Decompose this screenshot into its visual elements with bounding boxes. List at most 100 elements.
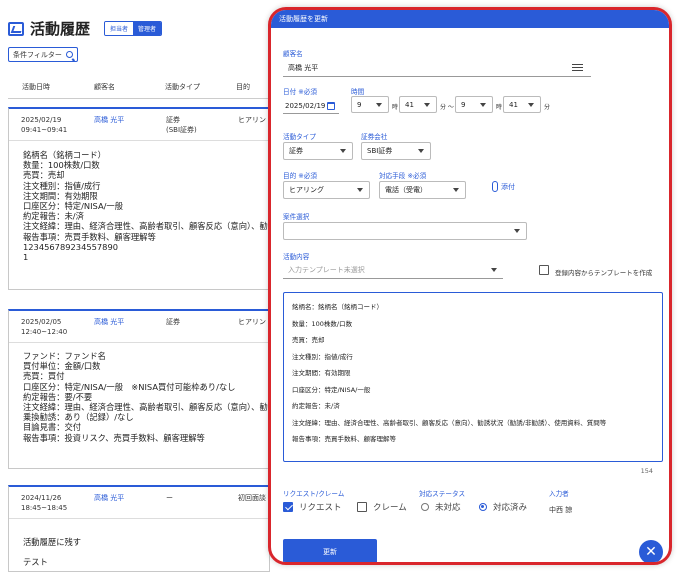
caret-down-icon	[514, 229, 520, 233]
activity-card[interactable]: 2024/11/26 18:45~18:45 高橋 光平 ー 初回面談 活動履歴…	[8, 485, 270, 572]
date-input[interactable]: 2025/02/19	[283, 98, 339, 114]
securities-value: SBI証券	[367, 147, 393, 155]
modal-title: 活動履歴を更新	[271, 10, 669, 28]
filter-button[interactable]: 条件フィルター	[8, 47, 78, 62]
request-checkbox[interactable]	[283, 502, 293, 512]
card-date: 2024/11/26	[21, 494, 62, 502]
card-time: 18:45~18:45	[21, 504, 68, 512]
update-activity-modal: 活動履歴を更新 顧客名 高橋 光平 日付 ※必須 2025/02/19 時間 9…	[268, 7, 672, 565]
status-label: 対応ステータス	[419, 490, 466, 498]
inputter-value: 中西 諒	[549, 506, 573, 514]
customer-value: 高橋 光平	[288, 63, 319, 72]
save-template-label: 登録内容からテンプレートを作成	[555, 269, 653, 277]
close-icon[interactable]: ✕	[639, 540, 663, 562]
card-time: 12:40~12:40	[21, 328, 68, 336]
caret-down-icon	[376, 102, 382, 107]
deal-select[interactable]	[283, 222, 527, 240]
status-pending-label: 未対応	[435, 503, 461, 513]
role-tab-manager[interactable]: 管理者	[133, 22, 162, 35]
col-header-type: 活動タイプ	[165, 83, 200, 91]
card-divider	[9, 518, 269, 519]
inputter-label: 入力者	[549, 490, 569, 498]
claim-label: クレーム	[373, 503, 407, 513]
date-label: 日付 ※必須	[283, 88, 317, 96]
page-header: 活動履歴 担当者 管理者	[8, 18, 163, 39]
col-header-purpose: 目的	[236, 83, 250, 91]
channel-select[interactable]: 電話（受電）	[379, 181, 466, 199]
content-textarea[interactable]: 銘柄名：銘柄名（銘柄コード） 数量：100株数/口数 売買：売却 注文種別：指値…	[283, 292, 663, 462]
sliders-icon[interactable]	[572, 63, 583, 72]
card-divider	[9, 140, 269, 141]
chart-icon	[8, 21, 24, 36]
hour-unit: 時	[496, 104, 503, 111]
role-switch: 担当者 管理者	[104, 21, 163, 36]
status-done-label: 対応済み	[493, 503, 528, 513]
min-unit: 分	[544, 104, 551, 111]
card-type: 証券	[166, 318, 180, 326]
calendar-icon[interactable]	[327, 102, 335, 110]
start-min-value: 41	[405, 100, 414, 109]
end-min-select[interactable]: 41	[503, 96, 541, 113]
card-body: 活動履歴に残す テスト	[23, 537, 82, 568]
card-type: 証券	[166, 116, 180, 124]
status-done-radio[interactable]	[479, 503, 487, 511]
card-date: 2025/02/19	[21, 116, 62, 124]
activity-type-select[interactable]: 証券	[283, 142, 353, 160]
purpose-value: ヒアリング	[289, 186, 324, 194]
search-icon	[66, 51, 73, 58]
filter-label: 条件フィルター	[13, 50, 62, 59]
template-select[interactable]: 入力テンプレート未選択	[283, 262, 503, 279]
activity-card[interactable]: 2025/02/05 12:40~12:40 高橋 光平 証券 ヒアリン ファン…	[8, 309, 270, 469]
tilde-separator: 分 〜	[440, 104, 454, 111]
app-root: 活動履歴 担当者 管理者 条件フィルター 活動日時 顧客名 活動タイプ 目的 2…	[0, 0, 686, 572]
card-purpose: ヒアリン	[238, 318, 266, 326]
role-tab-staff[interactable]: 担当者	[105, 22, 134, 35]
update-button[interactable]: 更新	[283, 539, 377, 562]
header-divider	[8, 98, 270, 99]
securities-select[interactable]: SBI証券	[361, 142, 431, 160]
card-customer-link[interactable]: 高橋 光平	[94, 317, 124, 327]
card-customer-link[interactable]: 高橋 光平	[94, 115, 124, 125]
caret-down-icon	[528, 102, 534, 107]
card-divider	[9, 342, 269, 343]
purpose-label: 目的 ※必須	[283, 172, 317, 180]
attach-button[interactable]: 添付	[492, 181, 515, 192]
start-min-select[interactable]: 41	[399, 96, 437, 113]
end-hour-select[interactable]: 9	[455, 96, 493, 113]
card-type-sub: (SBI証券)	[166, 126, 197, 134]
page-title: 活動履歴	[30, 20, 91, 38]
activity-type-value: 証券	[289, 147, 303, 155]
char-counter: 154	[640, 467, 653, 475]
date-value: 2025/02/19	[285, 101, 326, 110]
start-hour-select[interactable]: 9	[351, 96, 389, 113]
save-template-checkbox[interactable]	[539, 265, 549, 275]
channel-label: 対応手段 ※必須	[379, 172, 427, 180]
card-type: ー	[166, 494, 173, 502]
end-hour-value: 9	[461, 100, 466, 109]
customer-field[interactable]: 高橋 光平	[283, 59, 591, 77]
template-placeholder: 入力テンプレート未選択	[288, 266, 365, 274]
claim-checkbox[interactable]	[357, 502, 367, 512]
caret-down-icon	[480, 102, 486, 107]
content-label: 活動内容	[283, 253, 310, 261]
caret-down-icon	[491, 268, 497, 272]
card-customer-link[interactable]: 高橋 光平	[94, 493, 124, 503]
start-hour-value: 9	[357, 100, 362, 109]
card-purpose: 初回面談	[238, 494, 266, 502]
channel-value: 電話（受電）	[385, 186, 427, 194]
activity-type-label: 活動タイプ	[283, 133, 316, 141]
request-claim-label: リクエスト/クレーム	[283, 490, 345, 498]
status-pending-radio[interactable]	[421, 503, 429, 511]
time-label: 時間	[351, 88, 365, 96]
purpose-select[interactable]: ヒアリング	[283, 181, 370, 199]
card-date: 2025/02/05	[21, 318, 62, 326]
request-label: リクエスト	[299, 503, 342, 513]
activity-card[interactable]: 2025/02/19 09:41~09:41 高橋 光平 証券 (SBI証券) …	[8, 107, 270, 290]
card-body: ファンド：ファンド名 買付単位：金額/口数 売買：買付 口座区分：特定/NISA…	[23, 351, 268, 443]
caret-down-icon	[418, 149, 424, 153]
card-time: 09:41~09:41	[21, 126, 68, 134]
attach-label: 添付	[501, 182, 515, 191]
caret-down-icon	[340, 149, 346, 153]
card-purpose: ヒアリン	[238, 116, 266, 124]
caret-down-icon	[424, 102, 430, 107]
